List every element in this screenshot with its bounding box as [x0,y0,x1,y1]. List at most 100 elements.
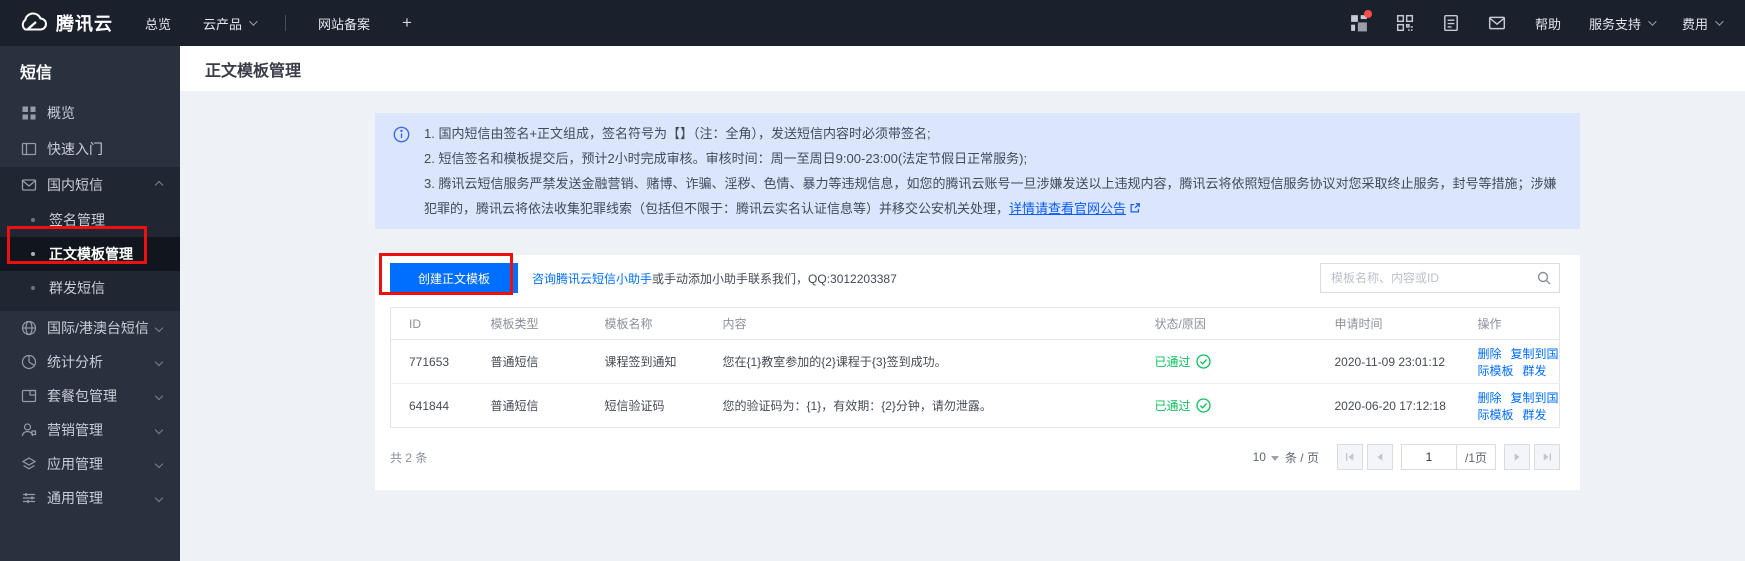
status-badge: 已通过 [1155,397,1317,414]
sidebar-item-label: 国内短信 [47,177,103,193]
nav-billing[interactable]: 费用 [1681,14,1724,33]
cell-actions: 删除 复制到国际模板 群发 [1459,339,1560,384]
col-type: 模板类型 [472,307,587,340]
template-table: ID 模板类型 模板名称 内容 状态/原因 申请时间 操作 771653 普通短… [390,307,1560,428]
col-status: 状态/原因 [1136,307,1317,340]
sidebar-item-label: 正文模板管理 [49,246,133,262]
table-header-row: ID 模板类型 模板名称 内容 状态/原因 申请时间 操作 [390,307,1560,340]
page-size-select[interactable]: 10 [1253,450,1285,464]
delete-link[interactable]: 删除 [1478,391,1502,405]
notice-line-2: 2. 短信签名和模板提交后，预计2小时完成审核。审核时间：周一至周日9:00-2… [424,151,1028,166]
pagination: 共 2 条 10 条 / 页 1 /1页 [390,428,1560,470]
helper-rest: 或手动添加小助手联系我们，QQ:3012203387 [652,271,897,286]
sidebar-item-statistics[interactable]: 统计分析 [0,345,180,379]
pie-chart-icon [21,354,37,370]
tencent-cloud-logo[interactable]: 腾讯云 [18,10,113,36]
sidebar-item-label: 群发短信 [49,280,105,296]
notification-badge [1363,10,1372,18]
sidebar-item-marketing-management[interactable]: 营销管理 [0,413,180,447]
sidebar-item-international-sms[interactable]: 国际/港澳台短信 [0,311,180,345]
page-title: 正文模板管理 [205,62,302,80]
sidebar-item-label: 签名管理 [49,212,105,228]
cell-apply-time: 2020-06-20 17:12:18 [1334,398,1446,413]
package-icon [21,389,37,403]
sidebar-item-body-template-management[interactable]: 正文模板管理 [0,237,180,271]
prev-page-button[interactable] [1366,444,1393,470]
col-id: ID [390,307,473,340]
chevron-down-icon [1648,17,1657,26]
col-apply-time: 申请时间 [1316,307,1460,340]
sidebar-item-label: 统计分析 [47,354,103,370]
check-circle-icon [1195,354,1211,369]
mail-icon[interactable] [1487,13,1507,33]
sliders-icon [23,493,35,503]
next-page-button[interactable] [1504,444,1530,470]
sidebar-item-signature-management[interactable]: 签名管理 [0,203,180,237]
nav-overview[interactable]: 总览 [145,14,171,33]
cell-name: 短信验证码 [604,399,665,413]
sidebar-item-package-management[interactable]: 套餐包管理 [0,379,180,413]
add-tab-button[interactable]: + [402,13,412,33]
sidebar-item-overview[interactable]: 概览 [0,95,180,131]
current-page-input[interactable]: 1 [1400,444,1457,470]
quickstart-icon [21,142,37,156]
qr-code-icon[interactable] [1395,13,1415,33]
page-size-unit: 条 / 页 [1284,450,1319,465]
sidebar-group-domestic-sms: 国内短信 签名管理 正文模板管理 群发短信 [0,167,180,311]
bulk-send-link[interactable]: 群发 [1523,408,1547,422]
nav-billing-label: 费用 [1681,16,1708,32]
chevron-up-icon [154,180,164,190]
cell-content: 您的验证码为：{1}，有效期：{2}分钟，请勿泄露。 [722,399,992,413]
page-header: 正文模板管理 [180,46,1745,91]
sidebar-item-application-management[interactable]: 应用管理 [0,447,180,481]
last-page-button[interactable] [1534,444,1560,470]
col-content: 内容 [704,307,1137,340]
console-grid-icon[interactable] [1349,10,1372,33]
cell-type: 普通短信 [472,339,587,384]
bulk-send-link[interactable]: 群发 [1523,364,1547,378]
sidebar-item-quickstart[interactable]: 快速入门 [0,131,180,167]
nav-cloud-products[interactable]: 云产品 [203,14,258,33]
search-box [1320,263,1560,293]
sidebar-item-label: 概览 [47,105,75,121]
sidebar-item-general-management[interactable]: 通用管理 [0,481,180,515]
notice-line-3: 3. 腾讯云短信服务严禁发送金融营销、赌博、诈骗、淫秽、色情、暴力等违规信息，如… [424,171,1560,221]
nav-help[interactable]: 帮助 [1535,14,1561,33]
sidebar-item-bulk-sms[interactable]: 群发短信 [0,271,180,305]
sidebar-item-label: 国际/港澳台短信 [47,320,149,336]
total-pages-label: /1页 [1456,444,1496,470]
delete-link[interactable]: 删除 [1478,347,1502,361]
create-template-button[interactable]: 创建正文模板 [390,263,519,293]
nav-icp-filing[interactable]: 网站备案 [318,14,370,33]
mail-icon [21,179,37,191]
cell-id: 771653 [390,339,473,384]
chevron-down-icon [154,391,164,401]
status-label: 已通过 [1154,355,1191,369]
table-row: 771653 普通短信 课程签到通知 您在{1}教室参加的{2}课程于{3}签到… [390,339,1560,384]
status-label: 已通过 [1154,399,1191,413]
nav-divider [285,15,287,31]
first-page-button[interactable] [1336,444,1363,470]
announcement-link[interactable]: 详情请查看官网公告 [1009,201,1126,216]
nav-support[interactable]: 服务支持 [1589,14,1657,33]
top-navbar: 腾讯云 总览 云产品 网站备案 + 帮助 服务支持 费用 [0,0,1745,46]
toolbar: 创建正文模板 咨询腾讯云短信小助手或手动添加小助手联系我们，QQ:3012203… [390,263,1560,293]
cell-actions: 删除 复制到国际模板 群发 [1460,384,1560,428]
chevron-down-icon [154,323,164,333]
grid-icon [22,106,36,120]
sms-assistant-link[interactable]: 咨询腾讯云短信小助手 [532,272,652,286]
col-name: 模板名称 [586,307,705,340]
sidebar-item-label: 营销管理 [47,422,103,438]
chevron-down-icon [154,493,164,503]
external-link-icon [1130,203,1140,213]
info-icon [393,126,410,143]
chevron-down-icon [154,459,164,469]
table-row: 641844 普通短信 短信验证码 您的验证码为：{1}，有效期：{2}分钟，请… [391,384,1560,428]
sidebar: 短信 概览 快速入门 国内短信 签名管理 正文模板管理 群发短信 国际/港澳台短… [0,46,180,561]
chevron-down-icon [154,425,164,435]
search-input[interactable] [1320,263,1560,293]
helper-text: 咨询腾讯云短信小助手或手动添加小助手联系我们，QQ:3012203387 [532,270,897,287]
sidebar-item-domestic-sms[interactable]: 国内短信 [0,167,180,203]
search-icon[interactable] [1536,270,1552,286]
document-icon[interactable] [1441,13,1461,33]
